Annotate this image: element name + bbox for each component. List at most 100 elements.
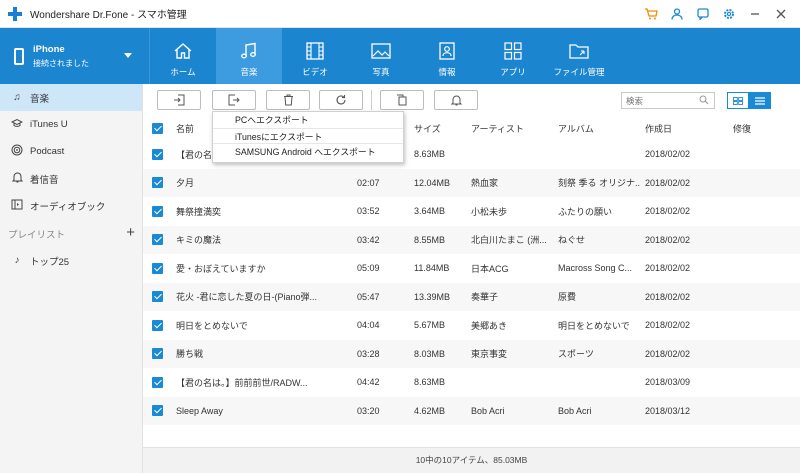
- table-row[interactable]: 愛・おぼえていますか 05:09 11.84MB 日本ACG Macross S…: [143, 254, 800, 283]
- bell-icon: [450, 95, 462, 106]
- cell-date: 2018/03/09: [645, 377, 691, 388]
- close-icon[interactable]: [768, 0, 794, 28]
- video-icon: [306, 42, 324, 60]
- tab-music[interactable]: 音楽: [216, 28, 282, 84]
- cell-album: 明日をとめないで: [558, 320, 630, 331]
- user-icon[interactable]: [664, 0, 690, 28]
- sidebar-item-itunes-u[interactable]: iTunes U: [0, 111, 142, 138]
- sidebar-item-ringtones[interactable]: 着信音: [0, 165, 142, 192]
- cell-date: 2018/02/02: [645, 177, 691, 188]
- table-row[interactable]: 夕月 02:07 12.04MB 熱血家 刻祭 季る オリジナ... 2018/…: [143, 168, 800, 197]
- row-checkbox[interactable]: [152, 405, 163, 417]
- search-icon[interactable]: [699, 95, 709, 105]
- table-row[interactable]: 花火 -君に恋した夏の日-(Piano弾... 05:47 13.39MB 奏華…: [143, 282, 800, 311]
- dedupe-button[interactable]: [380, 90, 424, 110]
- sidebar-item-music[interactable]: ♫ 音楽: [0, 84, 142, 111]
- menu-item-export-pc[interactable]: PCへエクスポート: [213, 112, 403, 128]
- cell-size: 3.64MB: [414, 206, 446, 217]
- sidebar-item-label: トップ25: [30, 256, 70, 268]
- row-checkbox[interactable]: [152, 348, 163, 360]
- cell-name: 夕月: [176, 178, 195, 189]
- row-checkbox[interactable]: [152, 177, 163, 189]
- row-checkbox[interactable]: [152, 234, 163, 246]
- cell-name: 勝ち戦: [176, 349, 204, 360]
- tab-file-manager[interactable]: ファイル管理: [546, 28, 612, 84]
- header-album[interactable]: アルバム: [558, 122, 640, 135]
- tab-info[interactable]: 情報: [414, 28, 480, 84]
- table-row[interactable]: Sleep Away 03:20 4.62MB Bob Acri Bob Acr…: [143, 396, 800, 425]
- cell-album: 原費: [558, 292, 577, 303]
- cell-size: 13.39MB: [414, 291, 451, 302]
- sidebar-item-audiobooks[interactable]: オーディオブック: [0, 192, 142, 219]
- table-row[interactable]: 勝ち戦 03:28 8.03MB 東京事変 スポーツ 2018/02/02: [143, 339, 800, 368]
- device-status: 接続されました: [33, 58, 89, 68]
- row-checkbox[interactable]: [152, 262, 163, 274]
- header-date[interactable]: 作成日: [645, 122, 672, 135]
- cell-time: 03:20: [357, 405, 380, 416]
- cell-artist: 小松未歩: [471, 206, 508, 217]
- table-body: 【君の名 8.63MB 2018/02/02 夕月 02:07 12.04MB …: [143, 140, 800, 425]
- select-all-checkbox[interactable]: [152, 122, 163, 134]
- tab-label: 音楽: [240, 67, 258, 77]
- tab-video[interactable]: ビデオ: [282, 28, 348, 84]
- app-title: Wondershare Dr.Fone - スマホ管理: [30, 10, 187, 21]
- ringtone-maker-button[interactable]: [434, 90, 478, 110]
- table-row[interactable]: キミの魔法 03:42 8.55MB 北白川たまこ (洲... ねぐせ 2018…: [143, 225, 800, 254]
- cell-name: 愛・おぼえていますか: [176, 263, 266, 274]
- sidebar-item-label: Podcast: [30, 146, 65, 157]
- grid-view-button[interactable]: [727, 92, 749, 109]
- header-repair[interactable]: 修復: [733, 122, 751, 135]
- feedback-icon[interactable]: [690, 0, 716, 28]
- row-checkbox[interactable]: [152, 148, 163, 160]
- tab-apps[interactable]: アプリ: [480, 28, 546, 84]
- cell-size: 12.04MB: [414, 177, 451, 188]
- cell-time: 04:42: [357, 377, 380, 388]
- nav-tabs: ホーム 音楽 ビデオ 写真 情報 アプリ ファイル管理: [150, 28, 612, 84]
- table-row[interactable]: 明日をとめないで 04:04 5.67MB 美郷あき 明日をとめないで 2018…: [143, 311, 800, 340]
- settings-gear-icon[interactable]: [716, 0, 742, 28]
- device-selector[interactable]: iPhone 接続されました: [0, 28, 150, 84]
- tab-photos[interactable]: 写真: [348, 28, 414, 84]
- cell-artist: Bob Acri: [471, 405, 505, 416]
- toolbar-divider: [371, 90, 372, 110]
- export-button[interactable]: [212, 90, 256, 110]
- cell-size: 8.63MB: [414, 377, 446, 388]
- row-checkbox[interactable]: [152, 319, 163, 331]
- row-checkbox[interactable]: [152, 291, 163, 303]
- top-nav-bar: iPhone 接続されました ホーム 音楽 ビデオ 写真 情報 アプリ ファイル…: [0, 28, 800, 84]
- row-checkbox[interactable]: [152, 376, 163, 388]
- header-size[interactable]: サイズ: [414, 122, 441, 135]
- refresh-button[interactable]: [319, 90, 363, 110]
- phone-icon: [14, 47, 24, 65]
- cell-size: 11.84MB: [414, 263, 450, 274]
- contacts-icon: [439, 42, 455, 60]
- minimize-icon[interactable]: [742, 0, 768, 28]
- sidebar-item-label: iTunes U: [30, 119, 68, 130]
- list-view-button[interactable]: [749, 92, 771, 109]
- cell-time: 03:42: [357, 234, 380, 245]
- cell-album: Macross Song C...: [558, 263, 633, 274]
- sidebar-item-label: 音楽: [30, 93, 50, 105]
- cell-album: 刻祭 季る オリジナ...: [558, 178, 640, 189]
- sidebar-item-playlist[interactable]: ♪ トップ25: [0, 247, 142, 274]
- table-row[interactable]: 【君の名は。】前前前世/RADW... 04:42 8.63MB 2018/03…: [143, 368, 800, 397]
- row-checkbox[interactable]: [152, 205, 163, 217]
- tab-label: アプリ: [500, 67, 526, 77]
- sidebar: ♫ 音楽 iTunes U Podcast 着信音 オーディオブック プレイリス…: [0, 84, 143, 473]
- menu-item-export-itunes[interactable]: iTunesにエクスポート: [213, 128, 403, 144]
- cell-album: Bob Acri: [558, 405, 592, 416]
- cart-icon[interactable]: [638, 0, 664, 28]
- list-view-icon: [755, 96, 765, 105]
- menu-item-export-android[interactable]: SAMSUNG Android へエクスポート: [213, 144, 403, 160]
- tab-label: ファイル管理: [553, 67, 605, 77]
- import-button[interactable]: [157, 90, 201, 110]
- cell-album: スポーツ: [558, 349, 594, 360]
- cell-date: 2018/02/02: [645, 348, 691, 359]
- delete-button[interactable]: [266, 90, 310, 110]
- sidebar-item-podcast[interactable]: Podcast: [0, 138, 142, 165]
- tab-home[interactable]: ホーム: [150, 28, 216, 84]
- header-artist[interactable]: アーティスト: [471, 122, 549, 135]
- chevron-down-icon[interactable]: [124, 53, 132, 58]
- table-row[interactable]: 舞祭撞満奕 03:52 3.64MB 小松未歩 ふたりの願い 2018/02/0…: [143, 197, 800, 226]
- add-playlist-icon[interactable]: +: [126, 224, 135, 241]
